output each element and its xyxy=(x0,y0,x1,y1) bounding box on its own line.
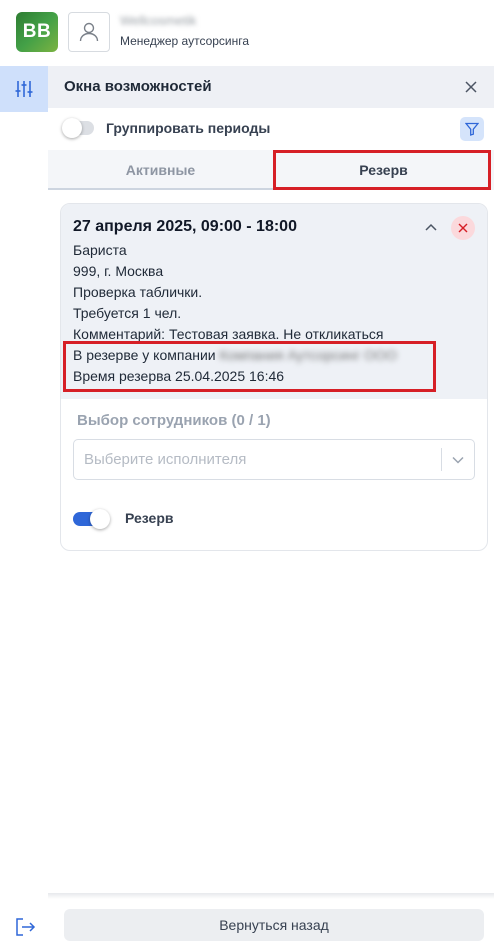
reserve-toggle[interactable] xyxy=(73,509,110,529)
sliders-icon xyxy=(15,81,33,97)
card-note: Проверка таблички. xyxy=(73,284,203,300)
collapse-button[interactable] xyxy=(424,220,438,234)
group-periods-toggle[interactable] xyxy=(62,118,94,138)
logout-icon xyxy=(16,918,36,936)
back-button[interactable]: Вернуться назад xyxy=(64,909,484,941)
staff-select-placeholder: Выберите исполнителя xyxy=(84,451,247,468)
panel-title: Окна возможностей xyxy=(64,78,212,95)
card-reserved-by: В резерве у компании Компания Аутсорсинг… xyxy=(73,347,397,363)
close-panel-button[interactable] xyxy=(462,78,480,96)
filter-button[interactable] xyxy=(460,117,484,141)
reserve-toggle-label: Резерв xyxy=(125,510,174,526)
chevron-down-icon xyxy=(452,456,464,464)
card-address: 999, г. Москва xyxy=(73,263,164,279)
staff-select-title: Выбор сотрудников (0 / 1) xyxy=(77,412,271,429)
logo-text: BB xyxy=(22,21,52,42)
close-icon xyxy=(458,223,468,233)
opportunity-windows-nav-button[interactable] xyxy=(0,66,48,112)
card-position: Бариста xyxy=(73,242,127,258)
chevron-up-icon xyxy=(425,223,437,231)
avatar[interactable] xyxy=(68,12,110,52)
close-icon xyxy=(465,81,477,93)
user-role: Менеджер аутсорсинга xyxy=(120,34,250,48)
user-name: Wellcosmetik xyxy=(120,13,197,28)
reserved-by-company: Компания Аутсорсинг ООО xyxy=(219,347,397,363)
remove-button[interactable] xyxy=(451,216,475,240)
toggle-knob xyxy=(62,118,82,138)
group-periods-label: Группировать периоды xyxy=(106,120,271,136)
toggle-knob xyxy=(90,509,110,529)
card-required: Требуется 1 чел. xyxy=(73,305,182,321)
user-icon xyxy=(79,22,99,42)
card-reserve-time: Время резерва 25.04.2025 16:46 xyxy=(73,368,285,384)
select-divider xyxy=(441,448,442,471)
filter-icon xyxy=(465,122,479,136)
card-date: 27 апреля 2025, 09:00 - 18:00 xyxy=(73,218,297,235)
logout-button[interactable] xyxy=(14,916,36,938)
select-dropdown-button[interactable] xyxy=(451,453,465,467)
reserved-by-prefix: В резерве у компании xyxy=(73,347,216,363)
brand-logo[interactable]: BB xyxy=(16,12,58,52)
tab-reserve[interactable]: Резерв xyxy=(273,150,494,190)
card-comment: Комментарий: Тестовая заявка. Не отклика… xyxy=(73,326,384,342)
tab-active[interactable]: Активные xyxy=(48,150,273,190)
